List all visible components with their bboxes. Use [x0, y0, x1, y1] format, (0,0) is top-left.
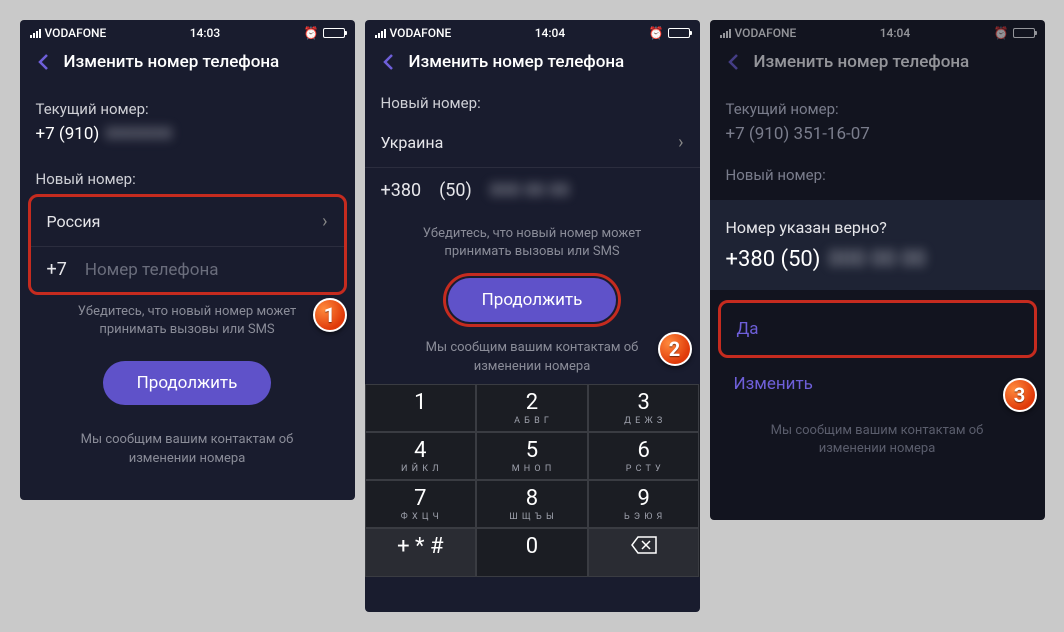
page-title: Изменить номер телефона — [754, 52, 970, 72]
current-number: +7 (910) 351-16-07 — [710, 124, 1045, 154]
confirm-question: Номер указан верно? — [726, 218, 1029, 237]
country-name: Украина — [381, 133, 444, 152]
page-title: Изменить номер телефона — [64, 52, 280, 72]
screen-3: VODAFONE 14:04 ⏰ Изменить номер телефона… — [710, 20, 1045, 520]
confirm-panel: Номер указан верно? +380 (50)000 00 00 — [710, 200, 1045, 290]
highlight-box-1: Россия › +7 Номер телефона — [28, 194, 347, 295]
signal-icon — [720, 29, 731, 38]
phone-input[interactable]: +380 (50) 000 00 00 — [365, 168, 700, 213]
battery-icon — [323, 28, 345, 38]
step-badge-3: 3 — [1003, 378, 1037, 412]
keypad-key-5[interactable]: 5М Н О П — [476, 432, 588, 480]
time-label: 14:04 — [880, 26, 910, 40]
keypad-key-8[interactable]: 8Ш Щ Ъ Ы — [476, 480, 588, 528]
confirm-edit-button[interactable]: Изменить — [710, 358, 1045, 410]
phone-masked: 000 00 00 — [490, 180, 570, 201]
back-button[interactable] — [32, 50, 56, 74]
keypad-delete[interactable] — [588, 528, 700, 576]
phone-prefix: +7 — [47, 259, 67, 280]
signal-icon — [30, 29, 41, 38]
new-number-label: Новый номер: — [710, 154, 1045, 190]
phone-area: (50) — [439, 180, 472, 201]
keypad-key-3[interactable]: 3Д Е Ж З — [588, 384, 700, 432]
keypad-key-1[interactable]: 1 — [365, 384, 477, 432]
confirm-yes-button[interactable]: Да — [721, 303, 1034, 355]
footer-text: Мы сообщим вашим контактам обизменении н… — [365, 327, 700, 383]
keypad-key-2[interactable]: 2А Б В Г — [476, 384, 588, 432]
country-selector[interactable]: Россия › — [31, 197, 344, 247]
footer-text: Мы сообщим вашим контактам об изменении … — [20, 419, 355, 479]
current-number-label: Текущий номер: — [710, 88, 1045, 124]
alarm-icon: ⏰ — [649, 26, 664, 40]
phone-prefix: +380 — [381, 180, 422, 201]
time-label: 14:03 — [190, 26, 220, 40]
status-bar: VODAFONE 14:03 ⏰ — [20, 20, 355, 42]
battery-icon — [1013, 28, 1035, 38]
new-number-label: Новый номер: — [365, 88, 700, 118]
country-selector[interactable]: Украина › — [365, 118, 700, 168]
continue-button[interactable]: Продолжить — [448, 278, 617, 322]
carrier-label: VODAFONE — [735, 26, 797, 40]
current-number: +7 (910)0000000 — [20, 124, 355, 154]
page-header: Изменить номер телефона — [365, 42, 700, 88]
highlight-box-2: Продолжить — [443, 273, 622, 327]
keypad-key-9[interactable]: 9Ь Э Ю Я — [588, 480, 700, 528]
status-bar: VODAFONE 14:04 ⏰ — [365, 20, 700, 42]
status-bar: VODAFONE 14:04 ⏰ — [710, 20, 1045, 42]
carrier-label: VODAFONE — [45, 26, 107, 40]
phone-placeholder: Номер телефона — [85, 260, 219, 280]
confirm-number: +380 (50)000 00 00 — [726, 247, 1029, 272]
keypad-key-0[interactable]: 0 — [476, 528, 588, 576]
step-badge-2: 2 — [658, 332, 692, 366]
alarm-icon: ⏰ — [994, 26, 1009, 40]
chevron-right-icon: › — [678, 132, 683, 153]
screen-2: VODAFONE 14:04 ⏰ Изменить номер телефона… — [365, 20, 700, 612]
keypad-key-6[interactable]: 6Р С Т У — [588, 432, 700, 480]
back-button[interactable] — [377, 50, 401, 74]
hint-text: Убедитесь, что новый номер может принима… — [365, 213, 700, 273]
country-name: Россия — [47, 212, 101, 231]
chevron-right-icon: › — [322, 211, 327, 232]
page-title: Изменить номер телефона — [409, 52, 625, 72]
page-header: Изменить номер телефона — [710, 42, 1045, 88]
time-label: 14:04 — [535, 26, 565, 40]
new-number-label: Новый номер: — [20, 154, 355, 194]
phone-input[interactable]: +7 Номер телефона — [31, 247, 344, 292]
back-button[interactable] — [722, 50, 746, 74]
screen-1: VODAFONE 14:03 ⏰ Изменить номер телефона… — [20, 20, 355, 500]
page-header: Изменить номер телефона — [20, 42, 355, 88]
carrier-label: VODAFONE — [390, 26, 452, 40]
keypad-key-4[interactable]: 4И Й К Л — [365, 432, 477, 480]
continue-button[interactable]: Продолжить — [103, 361, 272, 405]
alarm-icon: ⏰ — [304, 26, 319, 40]
step-badge-1: 1 — [313, 298, 347, 332]
battery-icon — [668, 28, 690, 38]
keypad-key-7[interactable]: 7Ф Х Ц Ч — [365, 480, 477, 528]
keypad-key-[interactable]: + * # — [365, 528, 477, 576]
numeric-keypad: 12А Б В Г3Д Е Ж З 4И Й К Л5М Н О П6Р С Т … — [365, 384, 700, 577]
highlight-box-3: Да — [718, 300, 1037, 358]
current-number-label: Текущий номер: — [20, 88, 355, 124]
signal-icon — [375, 29, 386, 38]
hint-text: Убедитесь, что новый номер может принима… — [20, 299, 355, 351]
footer-text: Мы сообщим вашим контактам обизменении н… — [710, 410, 1045, 470]
